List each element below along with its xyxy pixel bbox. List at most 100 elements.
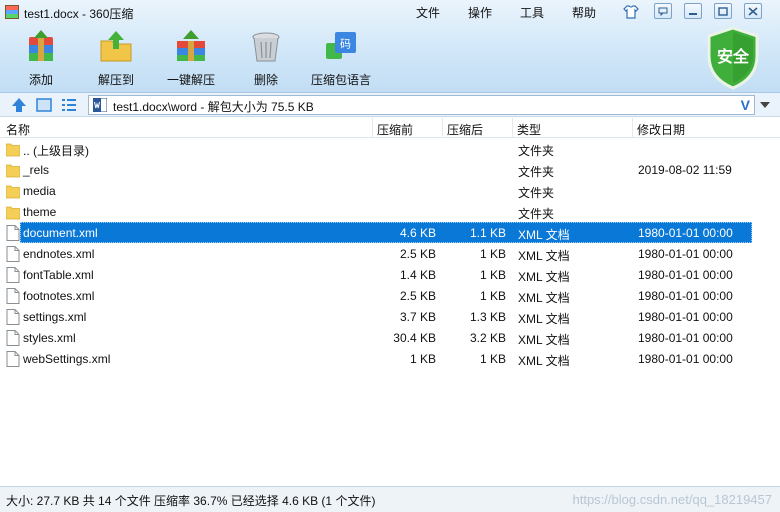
file-size: 1 KB [409,352,436,366]
status-bar: 大小: 27.7 KB 共 14 个文件 压缩率 36.7% 已经选择 4.6 … [0,486,780,512]
menu-tools[interactable]: 工具 [520,4,544,21]
table-row[interactable]: styles.xml 30.4 KB 3.2 KB XML 文档 1980-01-01 … [0,327,780,348]
extract-to-button[interactable]: 解压到 [81,29,151,89]
watermark: https://blog.csdn.net/qq_18219457 [572,492,773,507]
file-name: webSettings.xml [23,352,111,366]
file-name: footnotes.xml [23,289,95,303]
close-button[interactable] [744,3,762,19]
file-list: 名称 压缩前 压缩后 类型 修改日期 .. (上级目录) 文件夹 _rels 文件夹 2… [0,118,780,486]
chat-icon [658,7,668,16]
status-text: 大小: 27.7 KB 共 14 个文件 压缩率 36.7% 已经选择 4.6 … [6,494,376,508]
file-modified: 1980-01-01 00:00 [638,247,733,261]
file-packed-size: 1 KB [479,268,506,282]
table-row[interactable]: theme 文件夹 [0,201,780,222]
folder-icon [6,206,20,220]
file-name: media [23,184,56,198]
file-size: 1.4 KB [399,268,436,282]
file-packed-size: 1 KB [479,352,506,366]
window-title: test1.docx - 360压缩 [24,7,134,21]
thumbnail-view-icon[interactable] [35,96,53,114]
one-click-extract-button[interactable]: 一键解压 [156,29,226,89]
table-row[interactable]: media 文件夹 [0,180,780,201]
column-modified[interactable]: 修改日期 [637,121,685,138]
menu-help[interactable]: 帮助 [572,4,596,21]
file-size: 2.5 KB [399,289,436,303]
file-type: XML 文档 [518,354,570,368]
close-icon [748,6,758,16]
file-icon [6,225,20,241]
file-type: XML 文档 [518,249,570,263]
address-field[interactable]: test1.docx\word - 解包大小为 75.5 KB V [88,95,755,115]
column-divider[interactable] [632,118,633,138]
file-name: settings.xml [23,310,87,324]
delete-button[interactable]: 删除 [231,29,301,89]
file-name: _rels [23,163,50,177]
table-row[interactable]: document.xml 4.6 KB 1.1 KB XML 文档 1980-01-01… [0,222,780,243]
column-size[interactable]: 压缩前 [377,121,413,138]
address-row: test1.docx\word - 解包大小为 75.5 KB V [0,93,780,117]
minimize-icon [689,12,697,15]
address-v-mark: V [740,97,750,113]
column-header: 名称 压缩前 压缩后 类型 修改日期 [0,118,780,138]
language-badge: 码 [340,38,351,51]
table-row[interactable]: endnotes.xml 2.5 KB 1 KB XML 文档 1980-01-01 0… [0,243,780,264]
skin-shirt-icon[interactable] [622,4,640,20]
menu-operate[interactable]: 操作 [468,4,492,21]
add-label: 添加 [28,73,53,87]
file-icon [6,246,20,262]
archive-language-label: 压缩包语言 [310,73,371,87]
file-packed-size: 1.1 KB [469,226,506,240]
file-size: 30.4 KB [393,331,436,345]
folder-icon [6,185,20,199]
file-modified: 1980-01-01 00:00 [638,310,733,324]
one-click-extract-label: 一键解压 [166,73,215,87]
table-row[interactable]: _rels 文件夹 2019-08-02 11:59 [0,159,780,180]
maximize-icon [718,6,728,16]
column-divider[interactable] [442,118,443,138]
chevron-down-icon [760,102,770,108]
security-label: 安全 [716,49,749,66]
file-type: 文件夹 [518,207,555,221]
table-row[interactable]: webSettings.xml 1 KB 1 KB XML 文档 1980-01-01 … [0,348,780,369]
column-packed[interactable]: 压缩后 [447,121,483,138]
file-type: 文件夹 [518,144,555,158]
file-name: styles.xml [23,331,76,345]
column-divider[interactable] [512,118,513,138]
file-icon [6,330,20,346]
file-type: XML 文档 [518,228,570,242]
file-type: XML 文档 [518,312,570,326]
address-dropdown-button[interactable] [756,96,774,114]
file-name: document.xml [23,226,98,240]
column-type[interactable]: 类型 [517,121,541,138]
folder-icon [6,143,20,157]
column-divider[interactable] [372,118,373,138]
archive-language-button[interactable]: 码 压缩包语言 [306,29,376,89]
table-row[interactable]: settings.xml 3.7 KB 1.3 KB XML 文档 1980-01-01… [0,306,780,327]
table-row[interactable]: fontTable.xml 1.4 KB 1 KB XML 文档 1980-01-01 … [0,264,780,285]
security-status-badge[interactable]: 安全 [705,26,761,90]
feedback-button[interactable] [654,3,672,19]
one-click-extract-icon [177,30,205,61]
file-name: .. (上级目录) [23,144,89,158]
list-view-icon[interactable] [60,96,78,114]
file-type: XML 文档 [518,333,570,347]
maximize-button[interactable] [714,3,732,19]
minimize-button[interactable] [684,3,702,19]
column-name[interactable]: 名称 [6,121,30,138]
add-button[interactable]: 添加 [6,29,76,89]
file-modified: 2019-08-02 11:59 [638,163,732,177]
file-icon [6,309,20,325]
delete-label: 删除 [253,73,278,87]
file-modified: 1980-01-01 00:00 [638,268,733,282]
menu-file[interactable]: 文件 [416,4,440,21]
file-size: 2.5 KB [399,247,436,261]
word-document-icon [93,98,107,112]
file-packed-size: 1 KB [479,289,506,303]
up-arrow-icon[interactable] [10,96,28,114]
file-name: fontTable.xml [23,268,94,282]
file-icon [6,351,20,367]
file-packed-size: 3.2 KB [469,331,506,345]
table-row[interactable]: footnotes.xml 2.5 KB 1 KB XML 文档 1980-01-01 … [0,285,780,306]
table-row[interactable]: .. (上级目录) 文件夹 [0,138,780,159]
file-modified: 1980-01-01 00:00 [638,352,733,366]
